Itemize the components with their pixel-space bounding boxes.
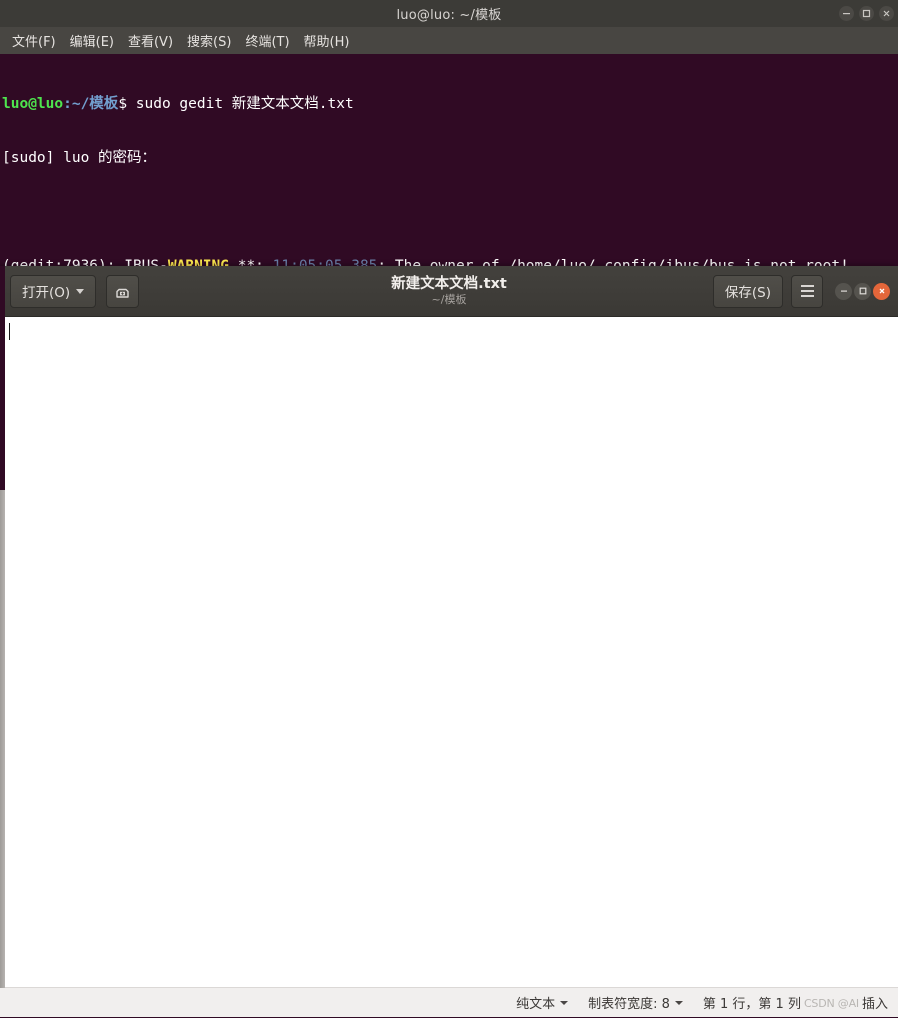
save-as-icon [114,283,131,300]
menu-item-view[interactable]: 查看(V) [121,28,180,53]
prompt-path: :~/模板 [63,96,118,112]
terminal-menubar: 文件(F) 编辑(E) 查看(V) 搜索(S) 终端(T) 帮助(H) [0,27,898,54]
chevron-down-icon [675,1001,683,1005]
chevron-down-icon [76,289,84,294]
terminal-close-button[interactable] [879,6,894,21]
open-button-label: 打开(O) [22,281,70,301]
statusbar-tab-width-label: 制表符宽度: 8 [588,993,670,1012]
open-button[interactable]: 打开(O) [10,275,96,308]
terminal-sudo-password-line: [sudo] luo 的密码： [2,149,898,167]
close-icon [882,9,891,18]
gedit-maximize-button[interactable] [854,283,871,300]
gedit-close-button[interactable] [873,283,890,300]
menu-item-help[interactable]: 帮助(H) [297,28,357,53]
statusbar-language-selector[interactable]: 纯文本 [506,993,578,1012]
text-cursor [9,323,10,340]
save-button[interactable]: 保存(S) [713,275,783,308]
gedit-headerbar: 打开(O) 新建文本文档.txt ~/模板 保存(S) [0,266,898,317]
gedit-statusbar: 纯文本 制表符宽度: 8 第 1 行，第 1 列 CSDN @AI 插入 [0,987,898,1017]
statusbar-cursor-position: 第 1 行，第 1 列 [693,993,803,1012]
terminal-blank-line-1 [2,203,898,221]
close-icon [877,286,887,296]
prompt-user-host: luo@luo [2,96,63,112]
gedit-window: 打开(O) 新建文本文档.txt ~/模板 保存(S) [0,266,898,1018]
maximize-icon [858,286,868,296]
minimize-icon [842,9,851,18]
gedit-minimize-button[interactable] [835,283,852,300]
statusbar-insert-mode: 插入 [860,993,894,1012]
terminal-edge-sliver [0,266,5,490]
terminal-titlebar: luo@luo: ~/模板 [0,0,898,28]
save-button-label: 保存(S) [725,281,771,301]
menu-item-edit[interactable]: 编辑(E) [63,28,121,53]
statusbar-language-label: 纯文本 [516,993,555,1012]
maximize-icon [862,9,871,18]
watermark-text: CSDN @AI [803,997,860,1010]
hamburger-menu-icon-line2 [801,290,814,292]
minimize-icon [839,286,849,296]
menu-item-terminal[interactable]: 终端(T) [238,28,296,53]
gedit-document-path: ~/模板 [432,293,467,307]
terminal-title: luo@luo: ~/模板 [397,4,502,23]
hamburger-menu-icon [801,285,814,287]
menu-item-search[interactable]: 搜索(S) [180,28,238,53]
gedit-window-controls [835,283,890,300]
statusbar-tab-width-selector[interactable]: 制表符宽度: 8 [578,993,693,1012]
gedit-headerbar-right: 保存(S) [713,275,893,308]
terminal-maximize-button[interactable] [859,6,874,21]
main-menu-button[interactable] [791,275,823,308]
chevron-down-icon [560,1001,568,1005]
gedit-text-editor[interactable] [0,317,898,987]
hamburger-menu-icon-line3 [801,295,814,297]
menu-item-file[interactable]: 文件(F) [5,28,63,53]
gedit-document-title: 新建文本文档.txt [391,276,507,293]
save-as-button[interactable] [106,275,139,308]
terminal-scrollbar-sliver[interactable] [0,490,5,988]
terminal-prompt-line: luo@luo:~/模板$ sudo gedit 新建文本文档.txt [2,95,898,113]
prompt-command: $ sudo gedit 新建文本文档.txt [118,96,353,112]
terminal-minimize-button[interactable] [839,6,854,21]
terminal-window-controls [839,0,894,27]
